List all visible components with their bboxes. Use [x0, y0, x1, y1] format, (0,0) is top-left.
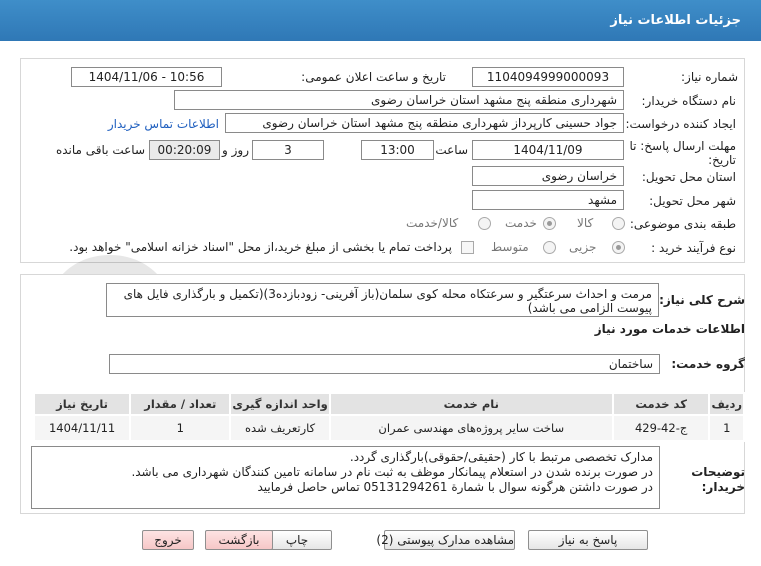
buyer-notes-label: توضیحات	[691, 465, 745, 479]
province-label: استان محل تحویل:	[641, 170, 736, 184]
reply-button[interactable]: پاسخ به نیاز	[528, 530, 648, 550]
exit-button[interactable]: خروج	[142, 530, 194, 550]
deadline-time-field: 13:00	[361, 140, 434, 160]
need-number-field: 1104094999000093	[472, 67, 624, 87]
creator-field: جواد حسینی کارپرداز شهرداری منطقه پنج مش…	[225, 113, 624, 133]
category-label: طبقه بندی موضوعی:	[629, 217, 736, 231]
need-number-label: شماره نیاز:	[681, 70, 738, 84]
buyer-note-line-1: مدارک تخصصی مرتبط با کار (حقیقی/حقوقی)با…	[349, 450, 653, 464]
cell-quantity: 1	[129, 414, 232, 442]
process-option-partial: جزیی	[569, 240, 597, 254]
cell-service-code: ج-42-429	[611, 414, 711, 442]
remaining-time-field: 00:20:09	[149, 140, 220, 160]
buyer-notes-textarea[interactable]: مدارک تخصصی مرتبط با کار (حقیقی/حقوقی)با…	[31, 446, 660, 509]
announce-date-label: تاریخ و ساعت اعلان عمومی:	[301, 70, 446, 84]
page-title-bar: جزئیات اطلاعات نیاز	[0, 0, 761, 41]
buyer-notes-label-2: خریدار:	[701, 480, 745, 494]
deadline-time-label: ساعت	[435, 143, 468, 157]
table-row: 1 ج-42-429 ساخت سایر پروژه‌های مهندسی عم…	[32, 414, 745, 442]
process-radio-medium[interactable]	[543, 241, 556, 254]
buyer-label: نام دستگاه خریدار:	[641, 94, 737, 108]
process-type-label: نوع فرآیند خرید :	[651, 241, 736, 255]
treasury-payment-checkbox[interactable]	[461, 241, 474, 254]
creator-label: ایجاد کننده درخواست:	[625, 117, 736, 131]
buyer-note-line-2: در صورت برنده شدن در استعلام پیمانکار مو…	[131, 465, 653, 479]
days-field: 3	[252, 140, 324, 160]
buyer-note-line-3: در صورت داشتن هرگونه سوال با شمارة 05131…	[257, 480, 653, 494]
category-option-service: خدمت	[505, 216, 537, 230]
attachments-button[interactable]: مشاهده مدارک پیوستی (2)	[376, 530, 515, 550]
col-service-name: نام خدمت	[328, 392, 614, 416]
service-group-label: گروه خدمت:	[671, 357, 745, 371]
page-title: جزئیات اطلاعات نیاز	[610, 13, 741, 28]
province-field: خراسان رضوی	[472, 166, 624, 186]
col-row-number: ردیف	[708, 392, 745, 416]
deadline-label: مهلت ارسال پاسخ: تا	[629, 139, 736, 153]
buyer-field: شهرداری منطقه پنج مشهد استان خراسان رضوی	[174, 90, 624, 110]
cell-row-number: 1	[708, 414, 745, 442]
remaining-time-label: ساعت باقی مانده	[55, 143, 145, 157]
deadline-label-date: تاریخ:	[708, 153, 736, 167]
cell-need-date: 1404/11/11	[32, 414, 132, 442]
treasury-payment-note: پرداخت تمام یا بخشی از مبلغ خرید،از محل …	[69, 240, 452, 254]
category-radio-goods[interactable]	[612, 217, 625, 230]
service-group-field: ساختمان	[109, 354, 660, 374]
days-label: روز و	[222, 143, 249, 157]
city-field: مشهد	[472, 190, 624, 210]
col-need-date: تاریخ نیاز	[32, 392, 132, 416]
back-button[interactable]: بازگشت	[205, 530, 273, 550]
cell-unit: کارتعریف شده	[229, 414, 331, 442]
buyer-contact-link[interactable]: اطلاعات تماس خریدار	[108, 117, 219, 131]
col-service-code: کد خدمت	[611, 392, 711, 416]
description-label: شرح کلی نیاز:	[659, 293, 745, 307]
services-table-header: ردیف کد خدمت نام خدمت واحد اندازه گیری ت…	[32, 392, 745, 416]
description-textarea[interactable]: مرمت و احداث سرعتگیر و سرعتکاه محله کوی …	[106, 283, 659, 317]
col-quantity: تعداد / مقدار	[129, 392, 232, 416]
services-section-title: اطلاعات خدمات مورد نیاز	[594, 322, 745, 336]
process-option-medium: متوسط	[491, 240, 529, 254]
announce-date-field: 1404/11/06 - 10:56	[71, 67, 222, 87]
category-option-goods-service: کالا/خدمت	[406, 216, 459, 230]
cell-service-name: ساخت سایر پروژه‌های مهندسی عمران	[328, 414, 614, 442]
deadline-date-field: 1404/11/09	[472, 140, 624, 160]
category-option-goods: کالا	[577, 216, 594, 230]
services-table: ردیف کد خدمت نام خدمت واحد اندازه گیری ت…	[32, 392, 745, 442]
need-info-panel	[20, 58, 745, 263]
city-label: شهر محل تحویل:	[649, 194, 736, 208]
category-radio-service[interactable]	[543, 217, 556, 230]
process-radio-partial[interactable]	[612, 241, 625, 254]
category-radio-goods-service[interactable]	[478, 217, 491, 230]
col-unit: واحد اندازه گیری	[229, 392, 331, 416]
